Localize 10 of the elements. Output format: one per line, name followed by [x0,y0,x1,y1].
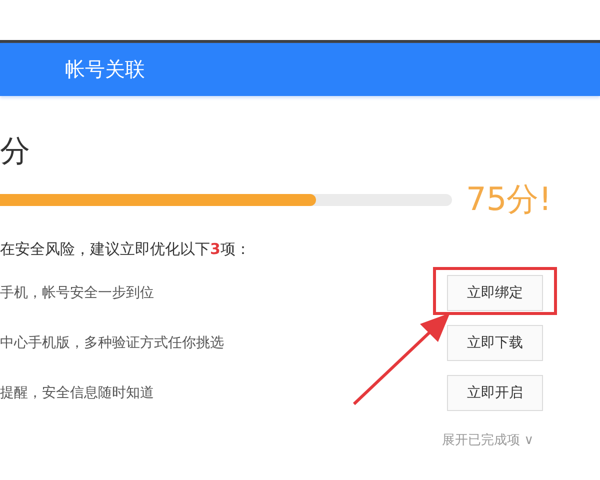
item-text: 中心手机版，多种验证方式任你挑选 [0,334,224,352]
score-value: 75分! [466,179,552,220]
action-button[interactable]: 立即下载 [447,325,543,361]
item-text: 手机，帐号安全一步到位 [0,284,154,302]
action-button[interactable]: 立即绑定 [447,275,543,311]
score-heading: 分 [0,134,31,170]
page-title: 帐号关联 [65,56,145,83]
summary-text: 在安全风险，建议立即优化以下3项： [0,240,252,259]
item-text: 提醒，安全信息随时知道 [0,384,154,402]
action-button[interactable]: 立即开启 [447,375,543,411]
